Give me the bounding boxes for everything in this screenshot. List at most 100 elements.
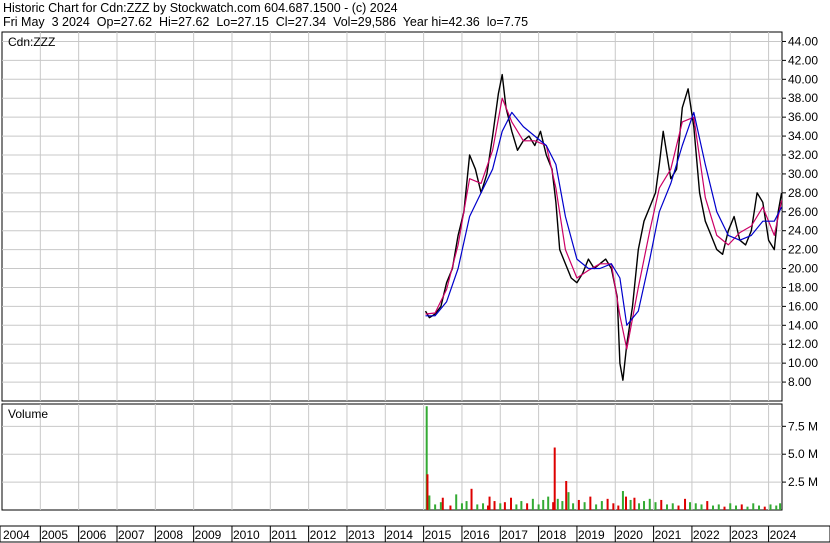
volume-bar	[612, 503, 615, 510]
volume-bar	[470, 488, 473, 510]
stock-chart: 44.00 42.00 40.00 38.00 36.00 34.00 32.00 30.00…	[0, 31, 830, 543]
price-y-tick-label: 44.00	[788, 34, 818, 48]
volume-bar	[547, 496, 550, 510]
x-tick-label: 2012	[310, 528, 337, 542]
volume-bar	[752, 503, 755, 510]
volume-bar	[595, 504, 598, 510]
x-tick-label: 2016	[463, 528, 490, 542]
volume-y-axis: 7.5 M 5.0 M 2.5 M	[782, 419, 818, 489]
price-y-tick-label: 32.00	[788, 148, 818, 162]
volume-bar	[520, 501, 523, 510]
volume-bar	[629, 499, 632, 510]
volume-bar	[769, 504, 772, 510]
volume-panel-frame	[1, 403, 783, 511]
volume-bar	[717, 504, 720, 510]
price-y-tick-label: 40.00	[788, 72, 818, 86]
volume-bar	[606, 498, 609, 510]
x-tick-label: 2004	[3, 528, 30, 542]
volume-bar	[510, 497, 513, 510]
x-tick-label: 2022	[693, 528, 720, 542]
volume-bar	[482, 503, 485, 510]
volume-bar	[671, 503, 674, 510]
x-tick-label: 2020	[616, 528, 643, 542]
volume-bar	[617, 505, 620, 510]
volume-bar	[684, 498, 687, 510]
volume-y-tick-label: 7.5 M	[788, 419, 818, 433]
volume-bar	[660, 499, 663, 510]
price-panel-frame	[1, 31, 783, 402]
volume-bar	[677, 505, 680, 510]
volume-bar	[589, 496, 592, 510]
volume-bar	[428, 495, 431, 510]
volume-bar	[729, 503, 732, 510]
volume-bar	[600, 501, 603, 510]
volume-bar	[654, 502, 657, 510]
price-y-tick-label: 14.00	[788, 318, 818, 332]
price-y-tick-label: 24.00	[788, 224, 818, 238]
volume-bar	[565, 480, 568, 510]
volume-bar	[694, 503, 697, 510]
price-y-tick-label: 34.00	[788, 129, 818, 143]
volume-bar	[666, 504, 669, 510]
volume-bar	[526, 503, 529, 510]
volume-bar	[648, 498, 651, 510]
price-panel-label: Cdn:ZZZ	[8, 35, 55, 49]
x-tick-label: 2015	[425, 528, 452, 542]
volume-bar	[643, 501, 646, 510]
volume-bar	[465, 501, 468, 510]
volume-bar	[556, 498, 559, 510]
volume-bar	[488, 496, 491, 510]
volume-bar	[577, 499, 580, 510]
volume-panel-label: Volume	[8, 407, 48, 421]
volume-bar	[746, 506, 749, 510]
x-tick-label: 2021	[655, 528, 682, 542]
price-y-axis: 44.00 42.00 40.00 38.00 36.00 34.00 32.00 30.00…	[782, 34, 818, 389]
x-tick-label: 2017	[501, 528, 528, 542]
x-tick-label: 2018	[540, 528, 567, 542]
volume-bar	[723, 506, 726, 510]
volume-bar	[531, 498, 534, 510]
volume-bar	[503, 502, 506, 510]
x-axis: 2004 2005 2006 2007 2008 2009 2010 2011 2012 2013…	[0, 525, 830, 543]
price-y-tick-label: 30.00	[788, 167, 818, 181]
volume-bar	[712, 505, 715, 510]
volume-bar	[689, 502, 692, 510]
volume-bar	[542, 499, 545, 510]
volume-bar	[775, 505, 778, 510]
volume-bar	[553, 447, 556, 510]
price-y-tick-label: 36.00	[788, 110, 818, 124]
x-tick-label: 2009	[195, 528, 222, 542]
price-y-tick-label: 28.00	[788, 186, 818, 200]
x-tick-label: 2024	[770, 528, 797, 542]
price-y-tick-label: 18.00	[788, 280, 818, 294]
volume-bar	[515, 504, 518, 510]
volume-bar	[426, 474, 429, 510]
price-y-tick-label: 10.00	[788, 356, 818, 370]
volume-y-tick-label: 2.5 M	[788, 475, 818, 489]
volume-bar	[758, 505, 761, 510]
volume-bar	[740, 504, 743, 510]
volume-bar	[460, 503, 463, 510]
volume-bar	[763, 506, 766, 510]
volume-bar	[561, 501, 564, 510]
volume-bar	[621, 491, 624, 510]
volume-bar	[476, 504, 479, 510]
price-y-tick-label: 22.00	[788, 243, 818, 257]
volume-bar	[700, 504, 703, 510]
volume-bar	[449, 505, 452, 510]
volume-bar	[493, 501, 496, 510]
price-y-tick-label: 12.00	[788, 337, 818, 351]
volume-y-tick-label: 5.0 M	[788, 447, 818, 461]
volume-bar	[625, 496, 627, 510]
price-panel: 44.00 42.00 40.00 38.00 36.00 34.00 32.00 30.00…	[1, 31, 818, 402]
price-y-tick-label: 26.00	[788, 205, 818, 219]
x-tick-label: 2019	[578, 528, 605, 542]
volume-bar	[583, 502, 586, 510]
volume-bar	[455, 494, 458, 510]
volume-bar	[572, 503, 575, 510]
x-tick-label: 2011	[271, 528, 297, 542]
volume-bar	[735, 505, 738, 510]
volume-bar	[439, 502, 442, 510]
volume-bar	[638, 503, 641, 510]
x-axis-ticks: 2004 2005 2006 2007 2008 2009 2010 2011 2012 2013…	[3, 526, 797, 542]
